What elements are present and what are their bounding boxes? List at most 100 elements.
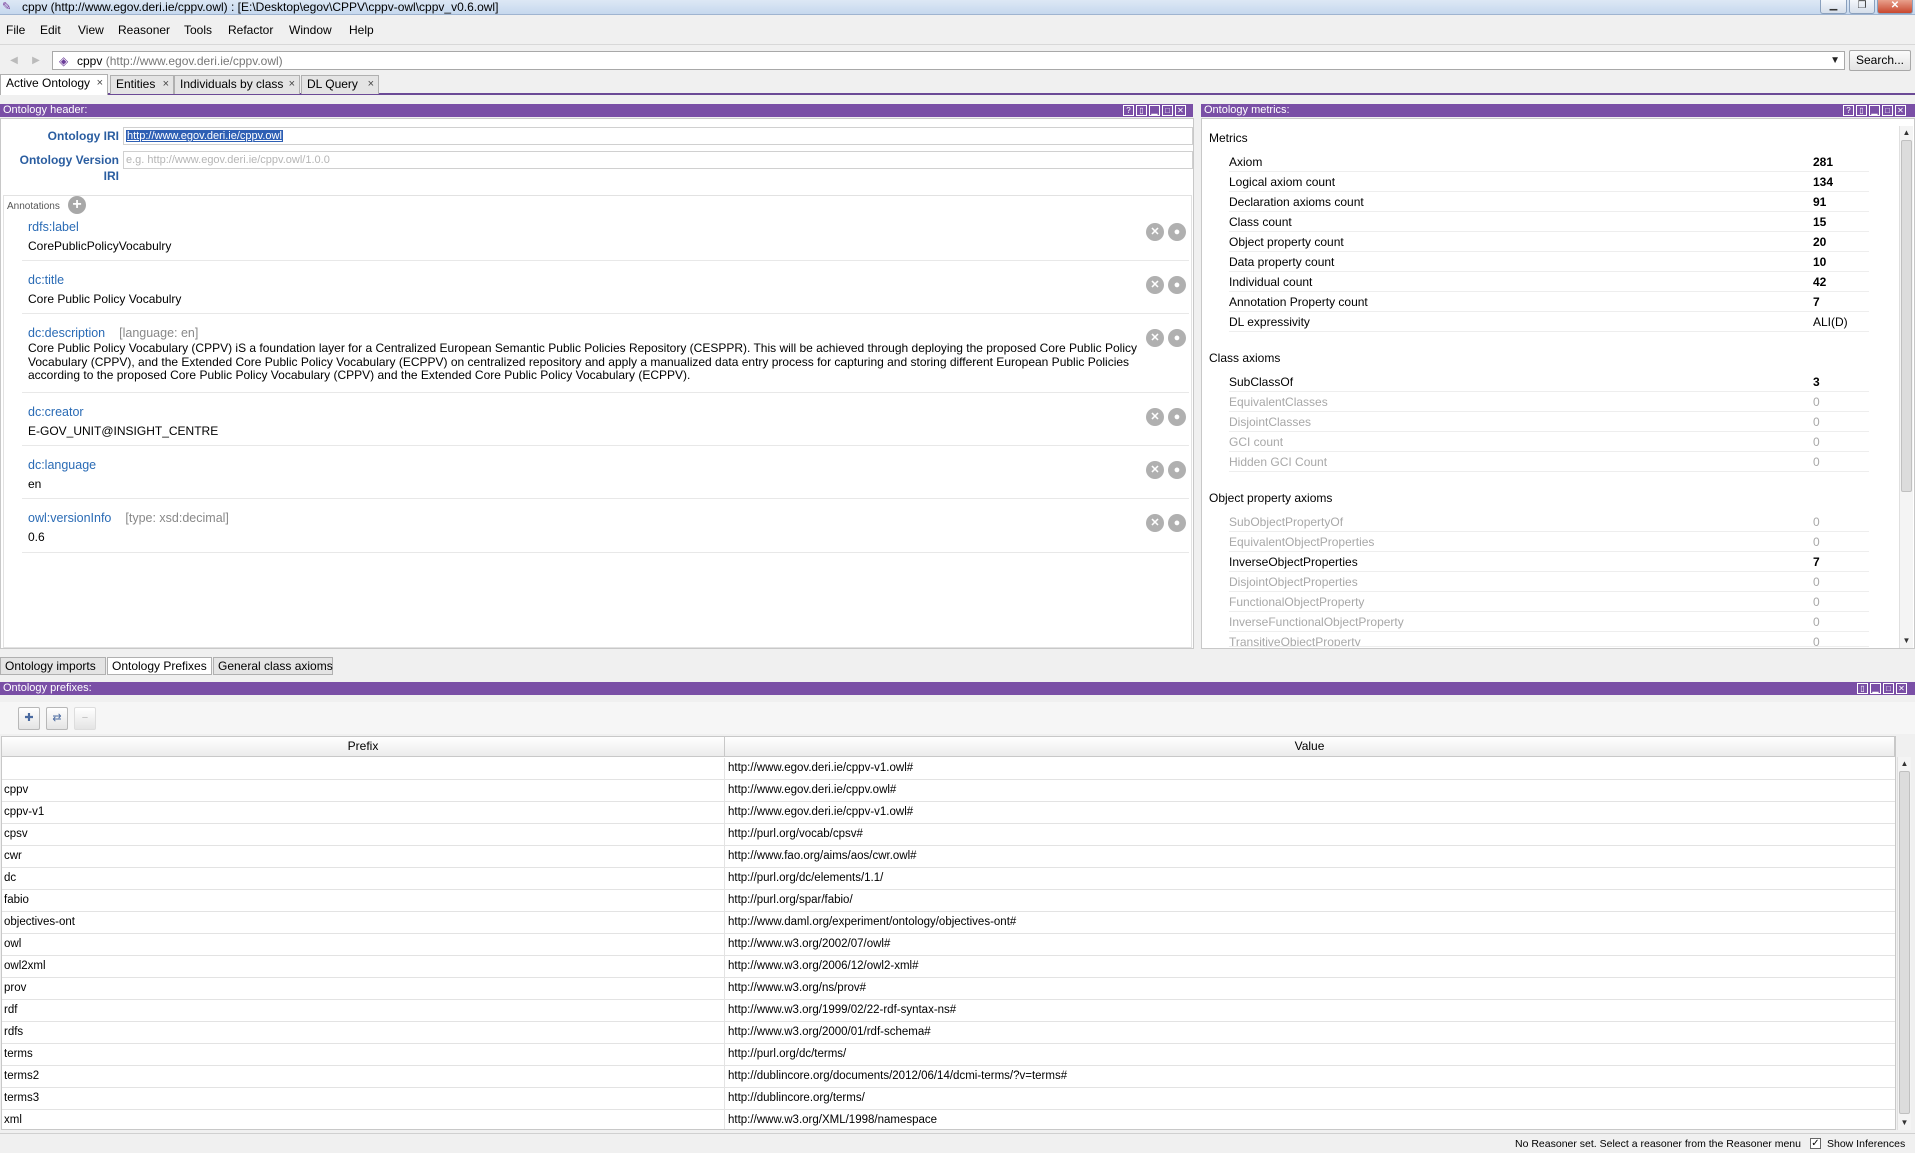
pin-icon[interactable]: ▯ (1136, 105, 1147, 116)
delete-annotation-icon[interactable]: ✕ (1146, 408, 1164, 426)
value-cell[interactable]: http://www.w3.org/2002/07/owl# (726, 934, 1895, 956)
chevron-down-icon[interactable]: ▼ (1830, 53, 1840, 69)
menu-view[interactable]: View (76, 22, 106, 38)
show-inferences-checkbox[interactable]: ✓ (1810, 1138, 1821, 1149)
prefix-cell[interactable]: terms (2, 1044, 725, 1066)
tab-ontology-imports[interactable]: Ontology imports (0, 657, 106, 675)
table-row[interactable]: cwr http://www.fao.org/aims/aos/cwr.owl# (2, 846, 1895, 868)
menu-window[interactable]: Window (287, 22, 334, 38)
close-icon[interactable]: × (289, 76, 295, 93)
value-cell[interactable]: http://www.egov.deri.ie/cppv-v1.owl# (726, 758, 1895, 780)
menu-refactor[interactable]: Refactor (226, 22, 275, 38)
prefix-cell[interactable]: rdf (2, 1000, 725, 1022)
close-view-icon[interactable]: ✕ (1895, 105, 1906, 116)
maximize-view-icon[interactable]: □ (1883, 683, 1894, 694)
edit-annotation-icon[interactable]: ● (1168, 408, 1186, 426)
annotation-row[interactable]: dc:language en ✕ ● (22, 455, 1189, 499)
prefix-cell[interactable]: dc (2, 868, 725, 890)
help-icon[interactable]: ? (1123, 105, 1134, 116)
edit-annotation-icon[interactable]: ● (1168, 223, 1186, 241)
scroll-up-icon[interactable]: ▲ (1900, 126, 1913, 139)
menu-edit[interactable]: Edit (38, 22, 63, 38)
scroll-down-icon[interactable]: ▼ (1898, 1116, 1911, 1129)
column-header-prefix[interactable]: Prefix (2, 737, 725, 757)
value-cell[interactable]: http://www.w3.org/XML/1998/namespace (726, 1110, 1895, 1129)
metrics-scrollbar[interactable]: ▲ ▼ (1899, 126, 1913, 648)
remove-prefix-icon[interactable]: − (74, 707, 96, 730)
menu-file[interactable]: File (4, 22, 27, 38)
value-cell[interactable]: http://www.egov.deri.ie/cppv.owl# (726, 780, 1895, 802)
prefix-cell[interactable]: fabio (2, 890, 725, 912)
close-icon[interactable]: × (97, 75, 103, 92)
value-cell[interactable]: http://purl.org/spar/fabio/ (726, 890, 1895, 912)
table-row[interactable]: terms http://purl.org/dc/terms/ (2, 1044, 1895, 1066)
delete-annotation-icon[interactable]: ✕ (1146, 514, 1164, 532)
tab-individuals-by-class[interactable]: Individuals by class × (174, 75, 300, 94)
generate-prefix-icon[interactable]: ⇄ (46, 707, 68, 730)
prefix-cell[interactable]: rdfs (2, 1022, 725, 1044)
table-row[interactable]: dc http://purl.org/dc/elements/1.1/ (2, 868, 1895, 890)
delete-annotation-icon[interactable]: ✕ (1146, 223, 1164, 241)
help-icon[interactable]: ? (1843, 105, 1854, 116)
annotation-row[interactable]: rdfs:label CorePublicPolicyVocabulry ✕ ● (22, 217, 1189, 261)
table-row[interactable]: http://www.egov.deri.ie/cppv-v1.owl# (2, 758, 1895, 780)
pin-icon[interactable]: ▯ (1856, 105, 1867, 116)
close-icon[interactable]: × (163, 76, 169, 93)
edit-annotation-icon[interactable]: ● (1168, 461, 1186, 479)
prefix-cell[interactable]: cpsv (2, 824, 725, 846)
table-row[interactable]: terms3 http://dublincore.org/terms/ (2, 1088, 1895, 1110)
prefix-cell[interactable]: cppv (2, 780, 725, 802)
annotation-row[interactable]: dc:title Core Public Policy Vocabulry ✕ … (22, 270, 1189, 314)
scroll-thumb[interactable] (1899, 771, 1910, 1114)
value-cell[interactable]: http://www.fao.org/aims/aos/cwr.owl# (726, 846, 1895, 868)
close-view-icon[interactable]: ✕ (1896, 683, 1907, 694)
edit-annotation-icon[interactable]: ● (1168, 514, 1186, 532)
minimize-view-icon[interactable]: ▁ (1149, 105, 1160, 116)
prefix-cell[interactable]: owl2xml (2, 956, 725, 978)
value-cell[interactable]: http://purl.org/dc/terms/ (726, 1044, 1895, 1066)
prefix-cell[interactable]: xml (2, 1110, 725, 1129)
maximize-view-icon[interactable]: □ (1882, 105, 1893, 116)
minimize-view-icon[interactable]: ▁ (1869, 105, 1880, 116)
value-cell[interactable]: http://dublincore.org/documents/2012/06/… (726, 1066, 1895, 1088)
edit-annotation-icon[interactable]: ● (1168, 276, 1186, 294)
table-row[interactable]: xml http://www.w3.org/XML/1998/namespace (2, 1110, 1895, 1129)
prefix-cell[interactable]: owl (2, 934, 725, 956)
pin-icon[interactable]: ▯ (1857, 683, 1868, 694)
value-cell[interactable]: http://dublincore.org/terms/ (726, 1088, 1895, 1110)
prefix-cell[interactable]: cppv-v1 (2, 802, 725, 824)
prefix-table-scrollbar[interactable]: ▲ ▼ (1897, 757, 1911, 1130)
prefix-cell[interactable]: prov (2, 978, 725, 1000)
value-cell[interactable]: http://purl.org/vocab/cpsv# (726, 824, 1895, 846)
menu-reasoner[interactable]: Reasoner (116, 22, 172, 38)
tab-general-class-axioms[interactable]: General class axioms (213, 657, 333, 675)
active-ontology-selector[interactable]: ◈ cppv (http://www.egov.deri.ie/cppv.owl… (52, 51, 1845, 70)
close-window-button[interactable]: ✕ (1877, 0, 1913, 14)
table-row[interactable]: cppv-v1 http://www.egov.deri.ie/cppv-v1.o… (2, 802, 1895, 824)
tab-ontology-prefixes[interactable]: Ontology Prefixes (107, 657, 212, 675)
table-row[interactable]: owl2xml http://www.w3.org/2006/12/owl2-xm… (2, 956, 1895, 978)
restore-button[interactable]: ❐ (1849, 0, 1875, 14)
back-arrow-icon[interactable]: ◀ (6, 53, 22, 69)
table-row[interactable]: rdf http://www.w3.org/1999/02/22-rdf-synt… (2, 1000, 1895, 1022)
minimize-button[interactable]: ▁ (1820, 0, 1847, 14)
value-cell[interactable]: http://www.w3.org/1999/02/22-rdf-syntax-… (726, 1000, 1895, 1022)
tab-active-ontology[interactable]: Active Ontology × (0, 74, 108, 95)
close-view-icon[interactable]: ✕ (1175, 105, 1186, 116)
scroll-thumb[interactable] (1901, 140, 1912, 492)
table-row[interactable]: cppv http://www.egov.deri.ie/cppv.owl# (2, 780, 1895, 802)
search-button[interactable]: Search... (1849, 50, 1911, 71)
edit-annotation-icon[interactable]: ● (1168, 329, 1186, 347)
tab-entities[interactable]: Entities × (110, 75, 174, 94)
ontology-version-iri-field[interactable]: e.g. http://www.egov.deri.ie/cppv.owl/1.… (123, 151, 1193, 169)
forward-arrow-icon[interactable]: ▶ (28, 53, 44, 69)
annotation-row[interactable]: dc:creator E-GOV_UNIT@INSIGHT_CENTRE ✕ ● (22, 402, 1189, 446)
table-row[interactable]: rdfs http://www.w3.org/2000/01/rdf-schema… (2, 1022, 1895, 1044)
table-row[interactable]: objectives-ont http://www.daml.org/experi… (2, 912, 1895, 934)
ontology-iri-field[interactable]: http://www.egov.deri.ie/cppv.owl (123, 127, 1193, 145)
table-row[interactable]: cpsv http://purl.org/vocab/cpsv# (2, 824, 1895, 846)
column-header-value[interactable]: Value (725, 737, 1895, 757)
prefix-cell[interactable] (2, 758, 725, 780)
menu-help[interactable]: Help (347, 22, 376, 38)
table-row[interactable]: fabio http://purl.org/spar/fabio/ (2, 890, 1895, 912)
